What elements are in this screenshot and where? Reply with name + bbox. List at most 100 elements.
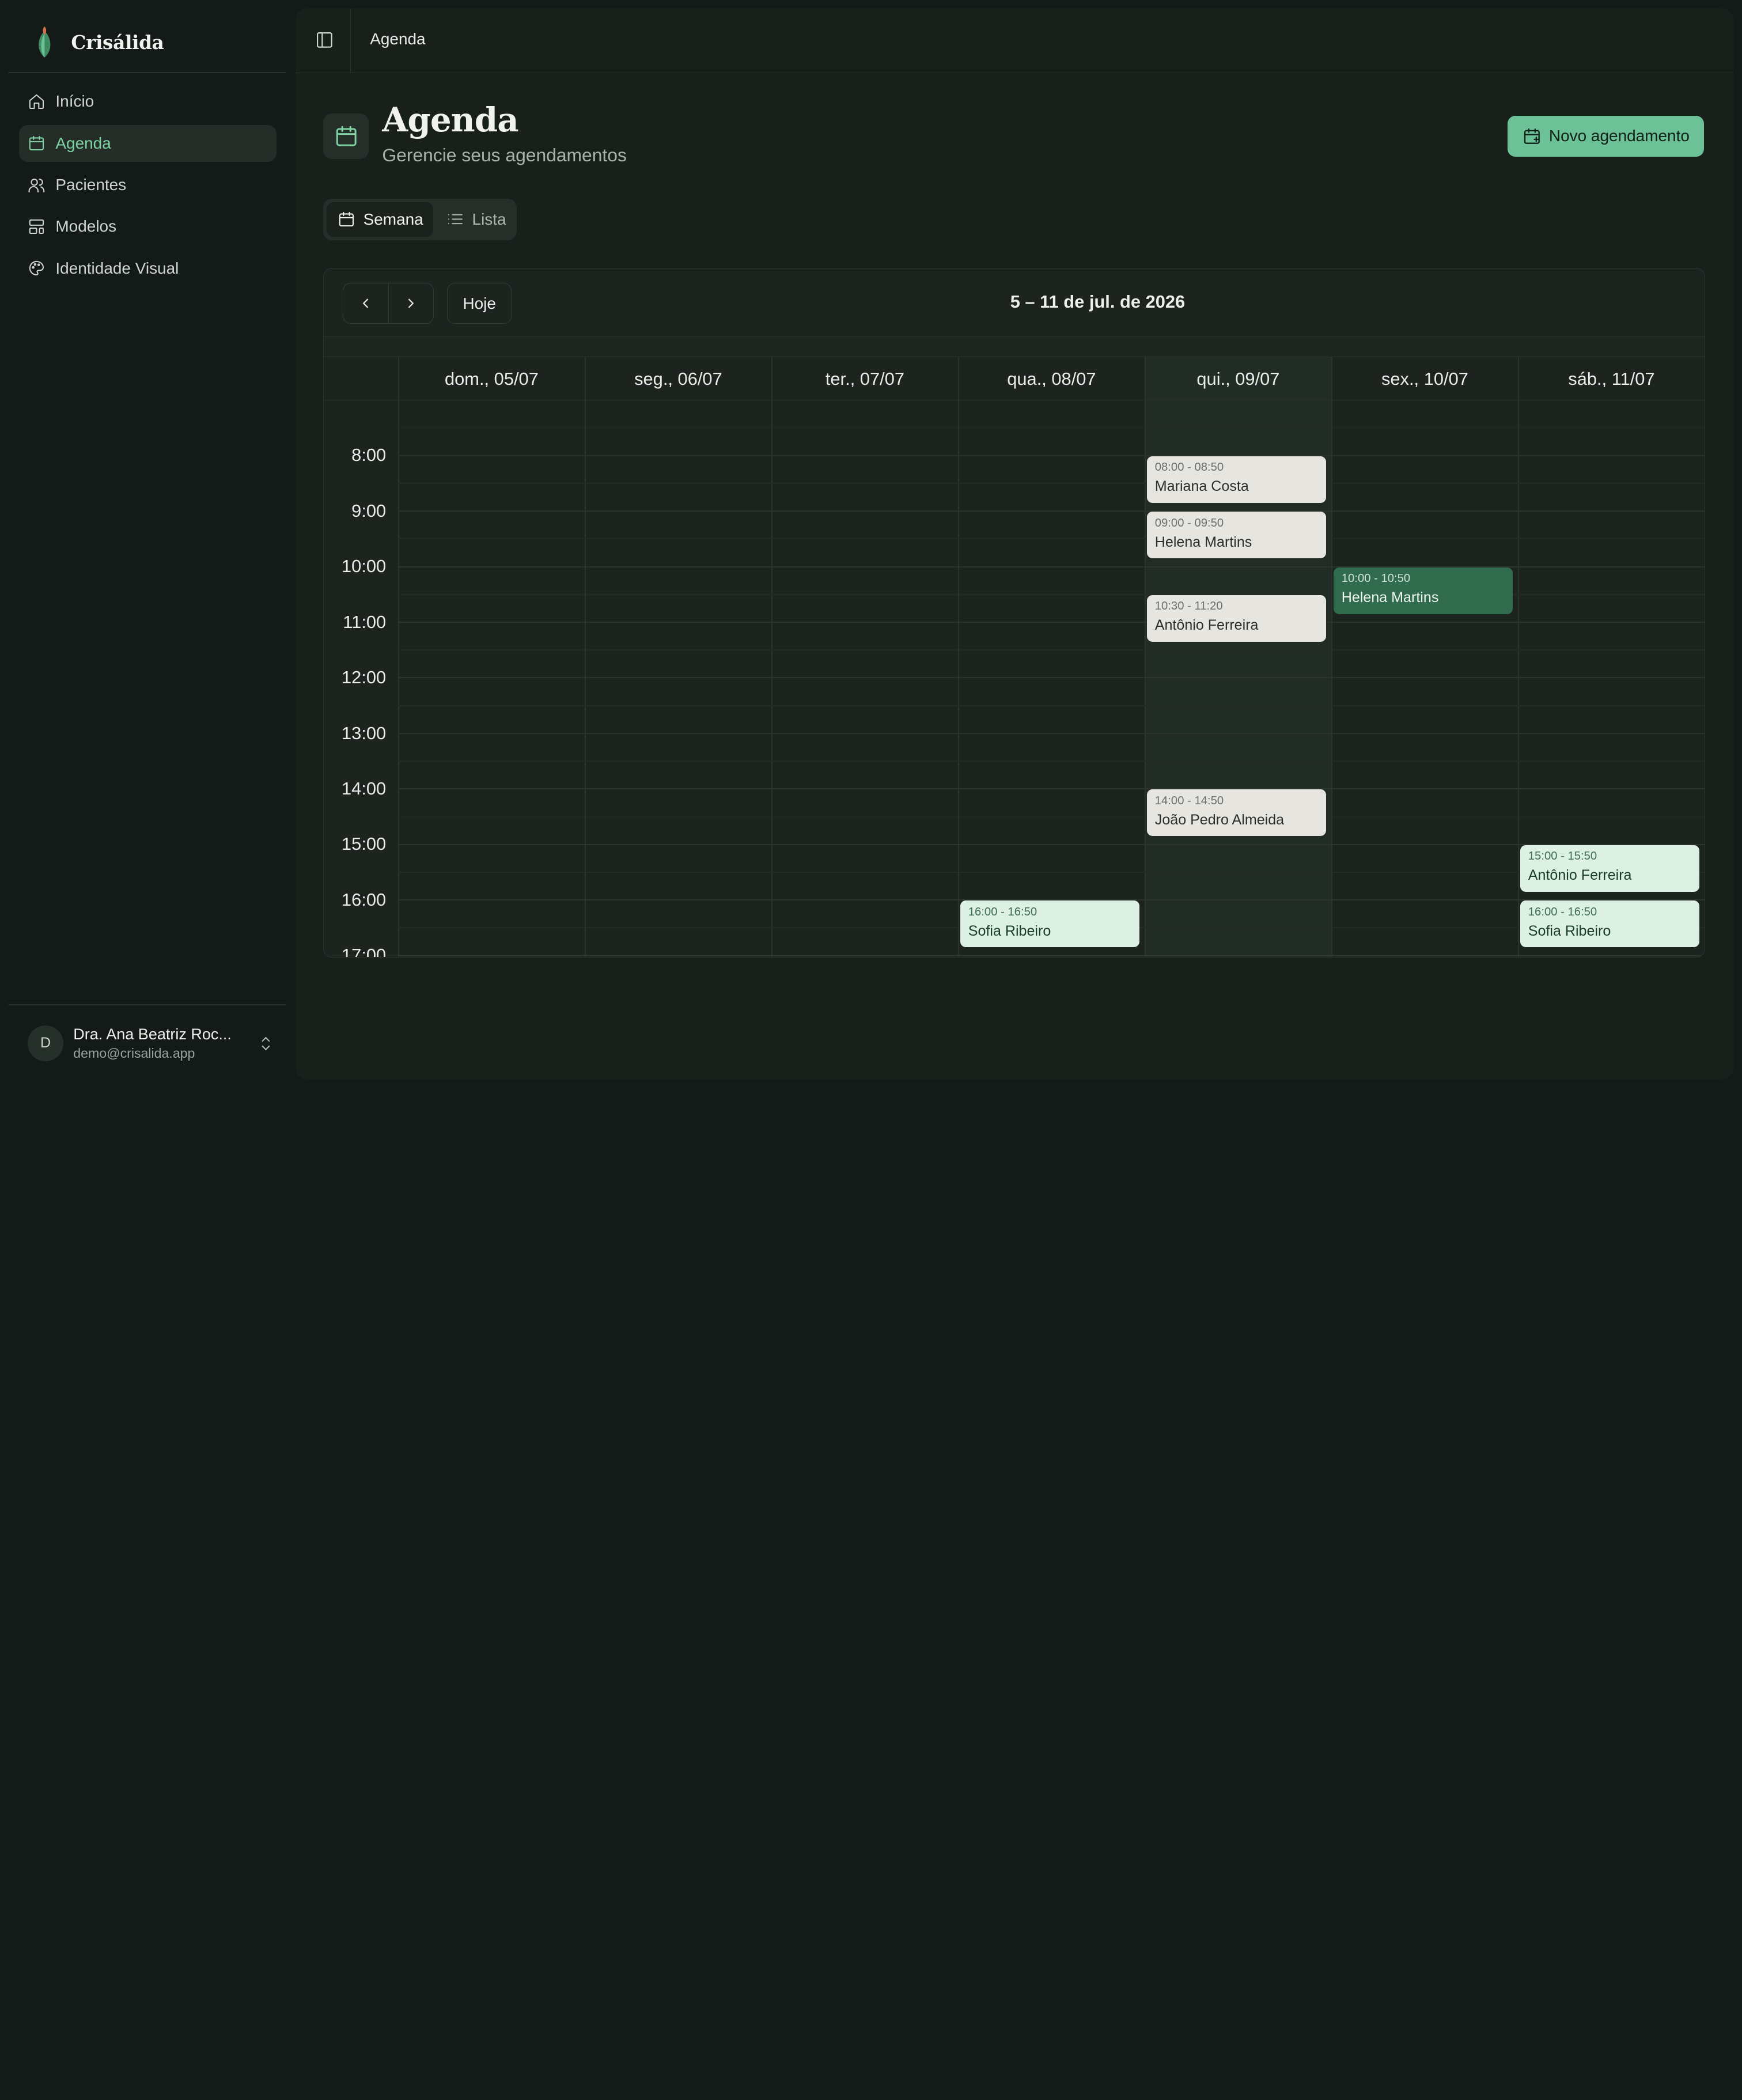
hour-label: 10:00 — [342, 556, 387, 577]
appointment-event[interactable]: 09:00 - 09:50 Helena Martins — [1147, 512, 1326, 559]
hour-label: 11:00 — [343, 611, 387, 632]
day-column-divider — [1145, 357, 1146, 958]
appointment-event[interactable]: 08:00 - 08:50 Mariana Costa — [1147, 456, 1326, 503]
user-name: Dra. Ana Beatriz Roc... — [73, 1026, 232, 1043]
appointment-patient: Antônio Ferreira — [1528, 867, 1632, 884]
day-header-row: dom., 05/07 seg., 06/07 ter., 07/07 qua., 0… — [324, 357, 1705, 401]
sidebar-divider — [9, 72, 286, 74]
sidebar-item-inicio[interactable]: Início — [19, 84, 277, 120]
half-hour-line — [398, 760, 1705, 762]
day-header: sex., 10/07 — [1381, 368, 1468, 389]
appointment-event[interactable]: 14:00 - 14:50 João Pedro Almeida — [1147, 789, 1326, 837]
topbar-separator — [350, 9, 351, 74]
list-icon — [448, 214, 463, 225]
sidebar-item-label: Início — [55, 92, 94, 111]
day-column-divider — [1518, 357, 1520, 958]
new-appointment-button[interactable]: Novo agendamento — [1508, 115, 1705, 157]
hour-line — [398, 510, 1705, 512]
chevrons-up-down-icon — [261, 1036, 270, 1050]
hour-line — [398, 566, 1705, 567]
half-hour-line — [398, 705, 1705, 706]
hour-line — [398, 622, 1705, 623]
sidebar-item-label: Modelos — [55, 217, 117, 236]
appointment-time: 08:00 - 08:50 — [1154, 461, 1224, 474]
app-root: Crisálida Início Agenda Pacientes Modelo… — [0, 0, 1742, 1089]
hour-label: 15:00 — [342, 834, 387, 854]
half-hour-line — [398, 538, 1705, 540]
page-calendar-icon — [323, 113, 369, 159]
hour-label: 16:00 — [342, 889, 387, 910]
day-header: dom., 05/07 — [444, 368, 539, 389]
new-appointment-label: Novo agendamento — [1548, 127, 1690, 145]
day-column-divider — [771, 357, 773, 958]
sidebar-nav: Início Agenda Pacientes Modelos Identida… — [18, 84, 277, 292]
hour-line — [398, 788, 1705, 790]
date-range-label: 5 – 11 de jul. de 2026 — [1010, 292, 1186, 312]
sidebar-item-pacientes[interactable]: Pacientes — [19, 167, 277, 203]
day-column-divider — [958, 357, 960, 958]
page-title: Agenda — [382, 100, 518, 139]
users-icon — [28, 176, 46, 194]
half-hour-line — [398, 649, 1705, 651]
brand[interactable]: Crisálida — [33, 24, 164, 60]
hour-label: 17:00 — [342, 945, 387, 958]
appointment-patient: Helena Martins — [1154, 533, 1252, 550]
day-header: ter., 07/07 — [825, 368, 905, 389]
layout-template-icon — [28, 218, 46, 236]
appointment-patient: Mariana Costa — [1154, 478, 1249, 495]
appointment-event[interactable]: 10:00 - 10:50 Helena Martins — [1334, 567, 1513, 614]
avatar: D — [28, 1026, 63, 1061]
day-header: sáb., 11/07 — [1568, 368, 1655, 389]
day-header: seg., 06/07 — [634, 368, 722, 389]
main-panel: Agenda Agenda Gerencie seus agendamentos… — [296, 9, 1733, 1079]
calendar-icon — [339, 212, 354, 227]
sidebar-item-modelos[interactable]: Modelos — [19, 209, 277, 245]
user-menu[interactable]: D Dra. Ana Beatriz Roc... demo@crisalida… — [28, 1022, 274, 1064]
appointment-event[interactable]: 10:30 - 11:20 Antônio Ferreira — [1147, 595, 1326, 642]
sidebar-item-label: Identidade Visual — [55, 259, 179, 277]
calendar-toolbar: Hoje 5 – 11 de jul. de 2026 — [324, 268, 1705, 338]
brand-logo-icon — [39, 27, 51, 58]
appointment-patient: Sofia Ribeiro — [1528, 922, 1611, 939]
topbar: Agenda — [296, 9, 1733, 74]
day-column-divider — [1331, 357, 1333, 958]
tab-week-label: Semana — [363, 210, 423, 228]
day-column-divider — [585, 357, 586, 958]
appointment-patient: Sofia Ribeiro — [968, 922, 1051, 939]
hour-label: 8:00 — [351, 445, 387, 466]
calendar-icon — [28, 134, 46, 152]
appointment-patient: João Pedro Almeida — [1154, 811, 1285, 828]
all-day-strip — [324, 337, 1705, 358]
sidebar-item-agenda[interactable]: Agenda — [18, 124, 277, 162]
sidebar-toggle-button[interactable] — [313, 29, 336, 51]
breadcrumb: Agenda — [370, 30, 426, 48]
hour-line — [398, 677, 1705, 679]
appointment-time: 15:00 - 15:50 — [1528, 850, 1597, 863]
hour-label: 13:00 — [342, 722, 387, 743]
page-subtitle: Gerencie seus agendamentos — [382, 144, 627, 165]
hour-label: 9:00 — [351, 500, 387, 521]
home-icon — [28, 93, 46, 111]
appointment-time: 10:00 - 10:50 — [1341, 572, 1411, 585]
tab-week[interactable]: Semana — [326, 202, 434, 237]
appointment-time: 16:00 - 16:50 — [968, 905, 1037, 918]
hour-line — [398, 455, 1705, 456]
appointment-time: 09:00 - 09:50 — [1154, 516, 1224, 529]
palette-icon — [28, 259, 46, 277]
hour-label: 14:00 — [342, 778, 387, 799]
appointment-event[interactable]: 15:00 - 15:50 Antônio Ferreira — [1520, 845, 1699, 892]
appointment-patient: Helena Martins — [1341, 589, 1439, 606]
half-hour-line — [398, 872, 1705, 873]
calendar-grid[interactable]: dom., 05/07 seg., 06/07 ter., 07/07 qua., 0… — [324, 357, 1705, 958]
appointment-time: 14:00 - 14:50 — [1154, 794, 1224, 807]
tab-list[interactable]: Lista — [436, 202, 516, 237]
brand-name: Crisálida — [71, 31, 164, 54]
user-info: Dra. Ana Beatriz Roc... demo@crisalida.a… — [73, 1026, 247, 1061]
week-calendar: Hoje 5 – 11 de jul. de 2026 dom., 05/07 s… — [323, 267, 1706, 958]
appointment-event[interactable]: 16:00 - 16:50 Sofia Ribeiro — [960, 900, 1139, 948]
sidebar: Crisálida Início Agenda Pacientes Modelo… — [0, 0, 296, 1089]
appointment-event[interactable]: 16:00 - 16:50 Sofia Ribeiro — [1520, 900, 1699, 948]
sidebar-item-identidade-visual[interactable]: Identidade Visual — [19, 250, 277, 287]
sidebar-footer-divider — [9, 1004, 286, 1006]
hour-label: 12:00 — [342, 667, 387, 688]
